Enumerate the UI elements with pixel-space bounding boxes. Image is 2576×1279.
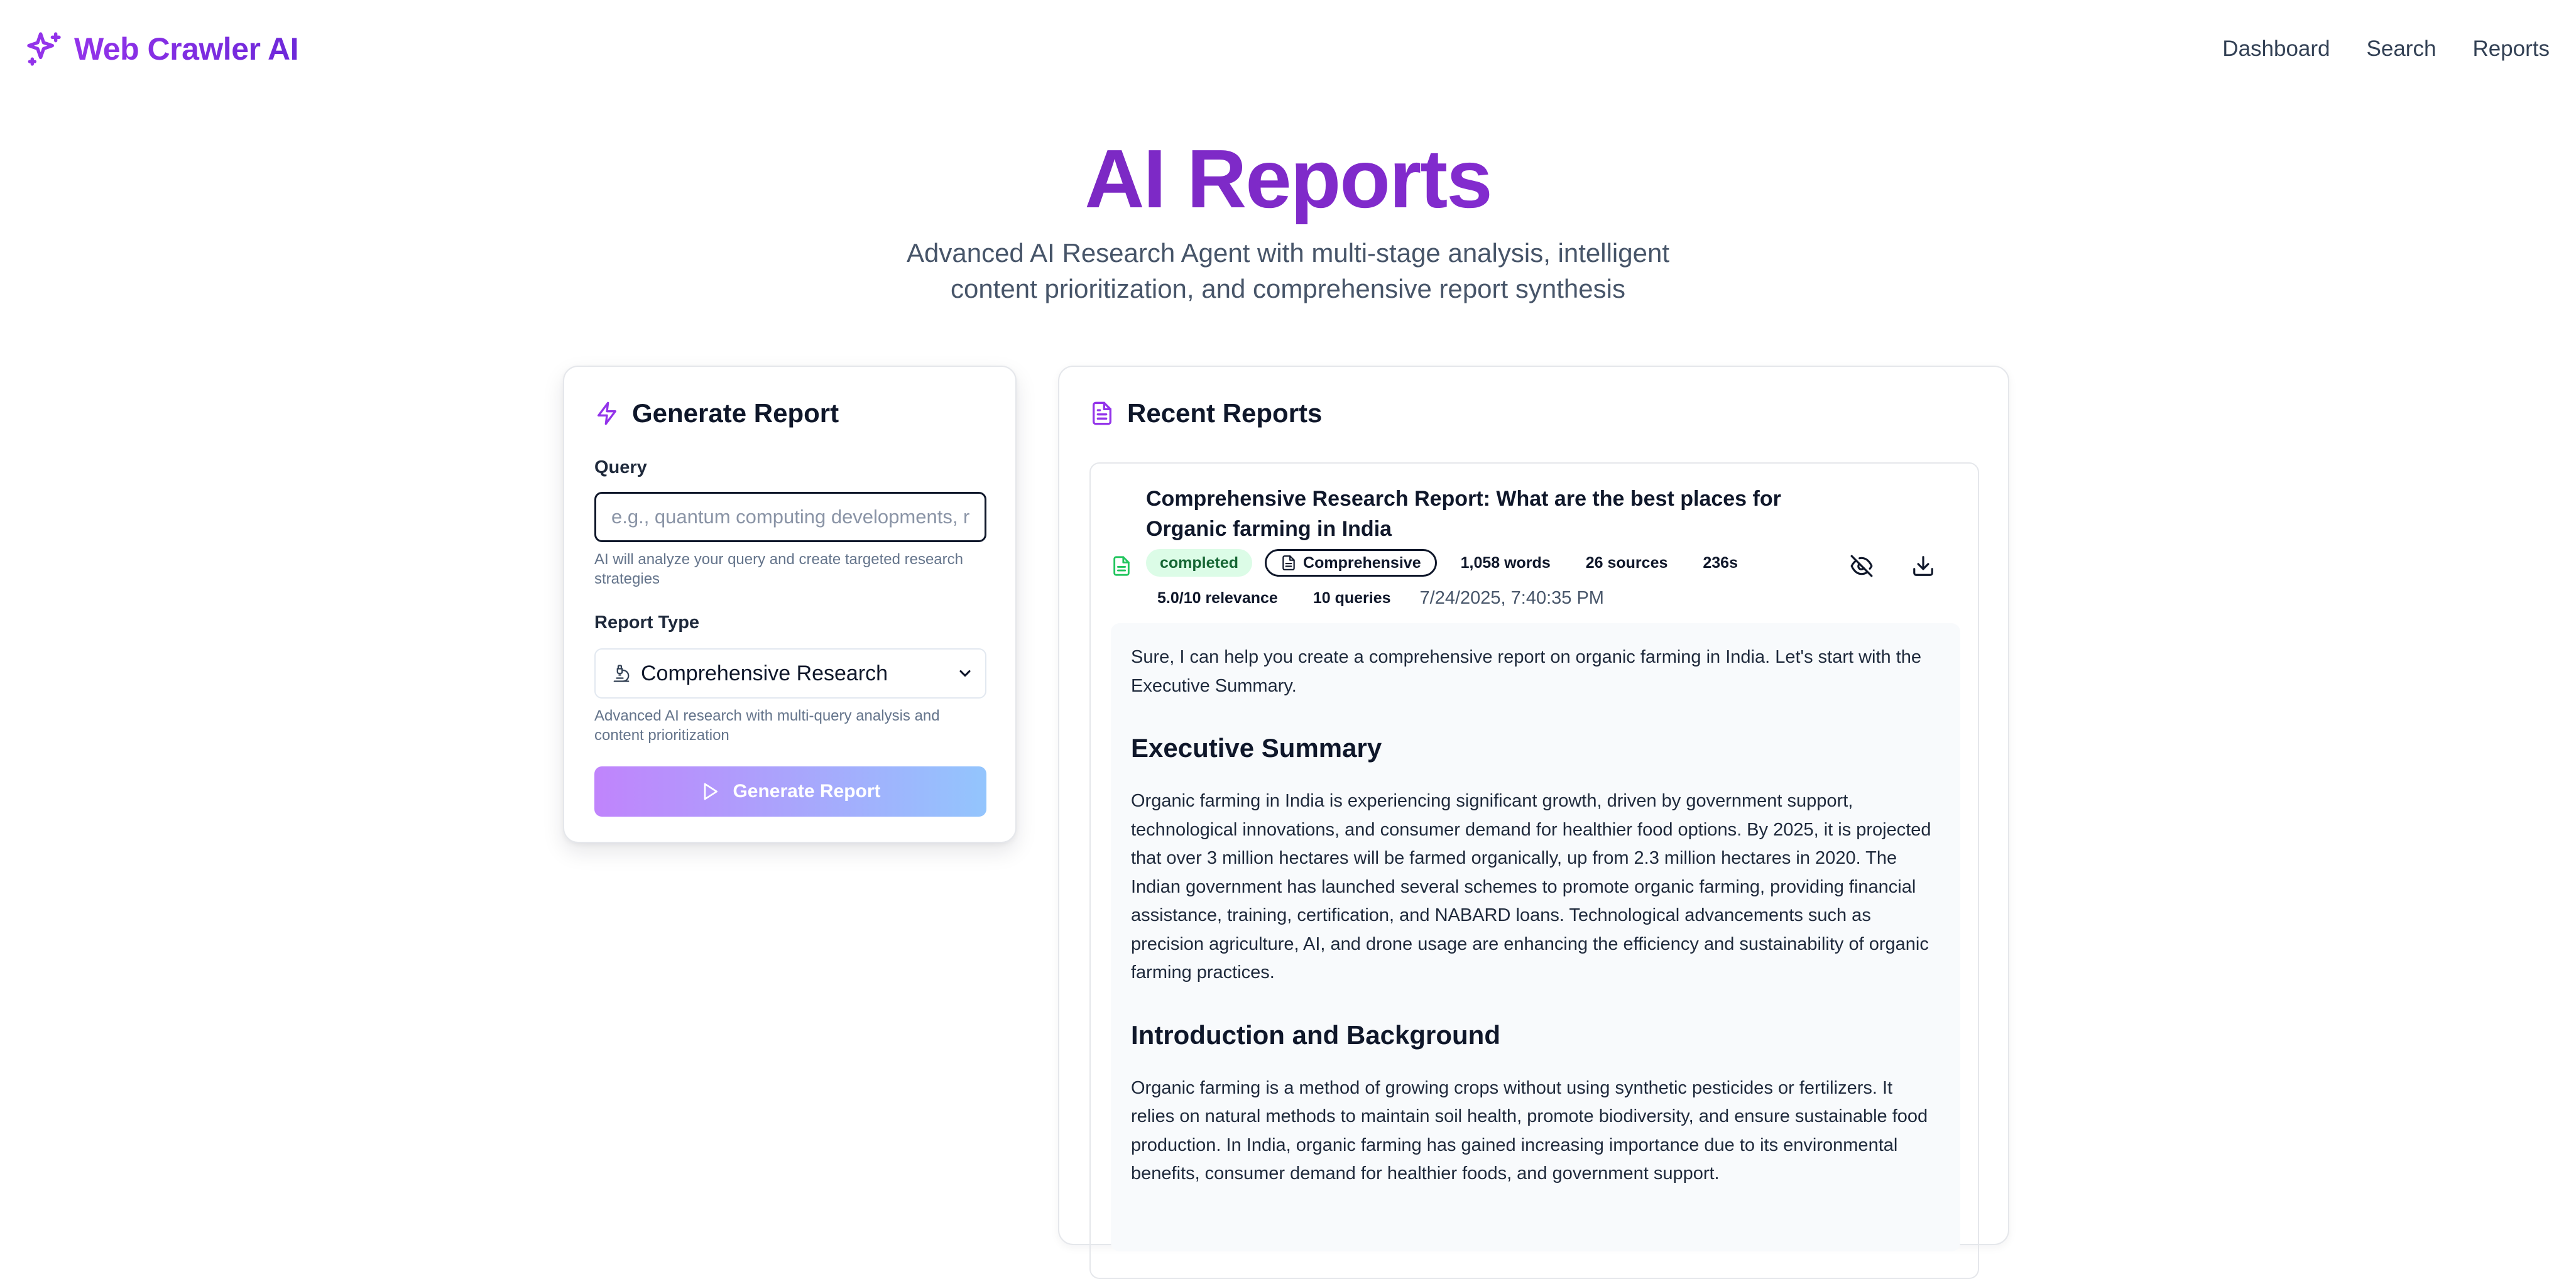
query-label: Query	[594, 457, 647, 477]
section-heading: Executive Summary	[1131, 733, 1382, 763]
generate-report-button[interactable]: Generate Report	[594, 766, 986, 817]
top-navbar: Web Crawler AI Dashboard Search Reports	[0, 0, 2576, 97]
file-text-icon	[1093, 401, 1111, 425]
section-body: Organic farming in India is experiencing…	[1131, 791, 1931, 982]
report-intro: Sure, I can help you create a comprehens…	[1131, 647, 1922, 696]
file-icon	[1282, 555, 1295, 570]
page-subtitle-line-1: Advanced AI Research Agent with multi-st…	[906, 238, 1669, 268]
report-meta-row-2: 5.0/10 relevance 10 queries 7/24/2025, 7…	[1146, 584, 1812, 612]
query-hint: AI will analyze your query and create ta…	[594, 551, 963, 587]
section-heading: Introduction and Background	[1131, 1020, 1500, 1050]
report-meta-row: completed Comprehensive 1,058 words 26 s…	[1146, 549, 1812, 577]
brand-name: Web Crawler AI	[74, 31, 299, 67]
play-icon	[704, 783, 718, 800]
queries-badge: 10 queries	[1313, 589, 1391, 607]
report-item[interactable]: Comprehensive Research Report: What are …	[1089, 462, 1979, 1279]
report-type-hint: Advanced AI research with multi-query an…	[594, 707, 940, 744]
chevron-down-icon	[959, 670, 971, 677]
generate-report-heading: Generate Report	[594, 398, 985, 428]
generate-report-button-label: Generate Report	[733, 781, 881, 802]
status-badge: completed	[1146, 549, 1253, 577]
recent-reports-heading: Recent Reports	[1089, 398, 1978, 428]
report-file-icon	[1113, 556, 1130, 576]
report-type-badge: Comprehensive	[1265, 549, 1437, 577]
nav-dashboard[interactable]: Dashboard	[2222, 36, 2330, 62]
report-header: Comprehensive Research Report: What are …	[1111, 484, 1958, 612]
zap-icon	[598, 401, 616, 425]
word-count-badge: 1,058 words	[1460, 553, 1551, 572]
recent-reports-title: Recent Reports	[1127, 398, 1323, 428]
report-type-value: Comprehensive Research	[641, 661, 888, 685]
report-type-badge-label: Comprehensive	[1303, 553, 1421, 572]
sparkles-icon	[27, 31, 61, 66]
download-icon[interactable]	[1911, 554, 1935, 578]
microscope-icon	[613, 665, 630, 682]
report-type-label: Report Type	[594, 612, 700, 633]
generate-report-card: Generate Report Query AI will analyze yo…	[563, 366, 1017, 843]
report-type-selected: Comprehensive Research	[612, 661, 888, 686]
generate-report-title: Generate Report	[632, 398, 839, 428]
eye-off-icon[interactable]	[1850, 554, 1874, 578]
duration-badge: 236s	[1703, 553, 1738, 572]
main-nav: Dashboard Search Reports	[2222, 36, 2550, 62]
report-content: Sure, I can help you create a comprehens…	[1111, 623, 1960, 1251]
page-subtitle: Advanced AI Research Agent with multi-st…	[867, 235, 1709, 307]
nav-search[interactable]: Search	[2367, 36, 2437, 62]
report-type-select[interactable]: Comprehensive Research	[594, 648, 986, 699]
page-subtitle-line-2: content prioritization, and comprehensiv…	[951, 274, 1625, 303]
relevance-badge: 5.0/10 relevance	[1157, 589, 1278, 607]
sources-badge: 26 sources	[1585, 553, 1668, 572]
page-title: AI Reports	[0, 133, 2576, 224]
report-title[interactable]: Comprehensive Research Report: What are …	[1146, 484, 1862, 544]
report-date: 7/24/2025, 7:40:35 PM	[1419, 587, 1604, 608]
brand-logo[interactable]: Web Crawler AI	[24, 29, 299, 69]
report-actions	[1850, 554, 1935, 578]
recent-reports-card: Recent Reports Comprehensive Research Re…	[1058, 366, 2009, 1279]
section-body: Organic farming is a method of growing c…	[1131, 1077, 1928, 1184]
query-input[interactable]	[594, 492, 986, 542]
nav-reports[interactable]: Reports	[2472, 36, 2550, 62]
